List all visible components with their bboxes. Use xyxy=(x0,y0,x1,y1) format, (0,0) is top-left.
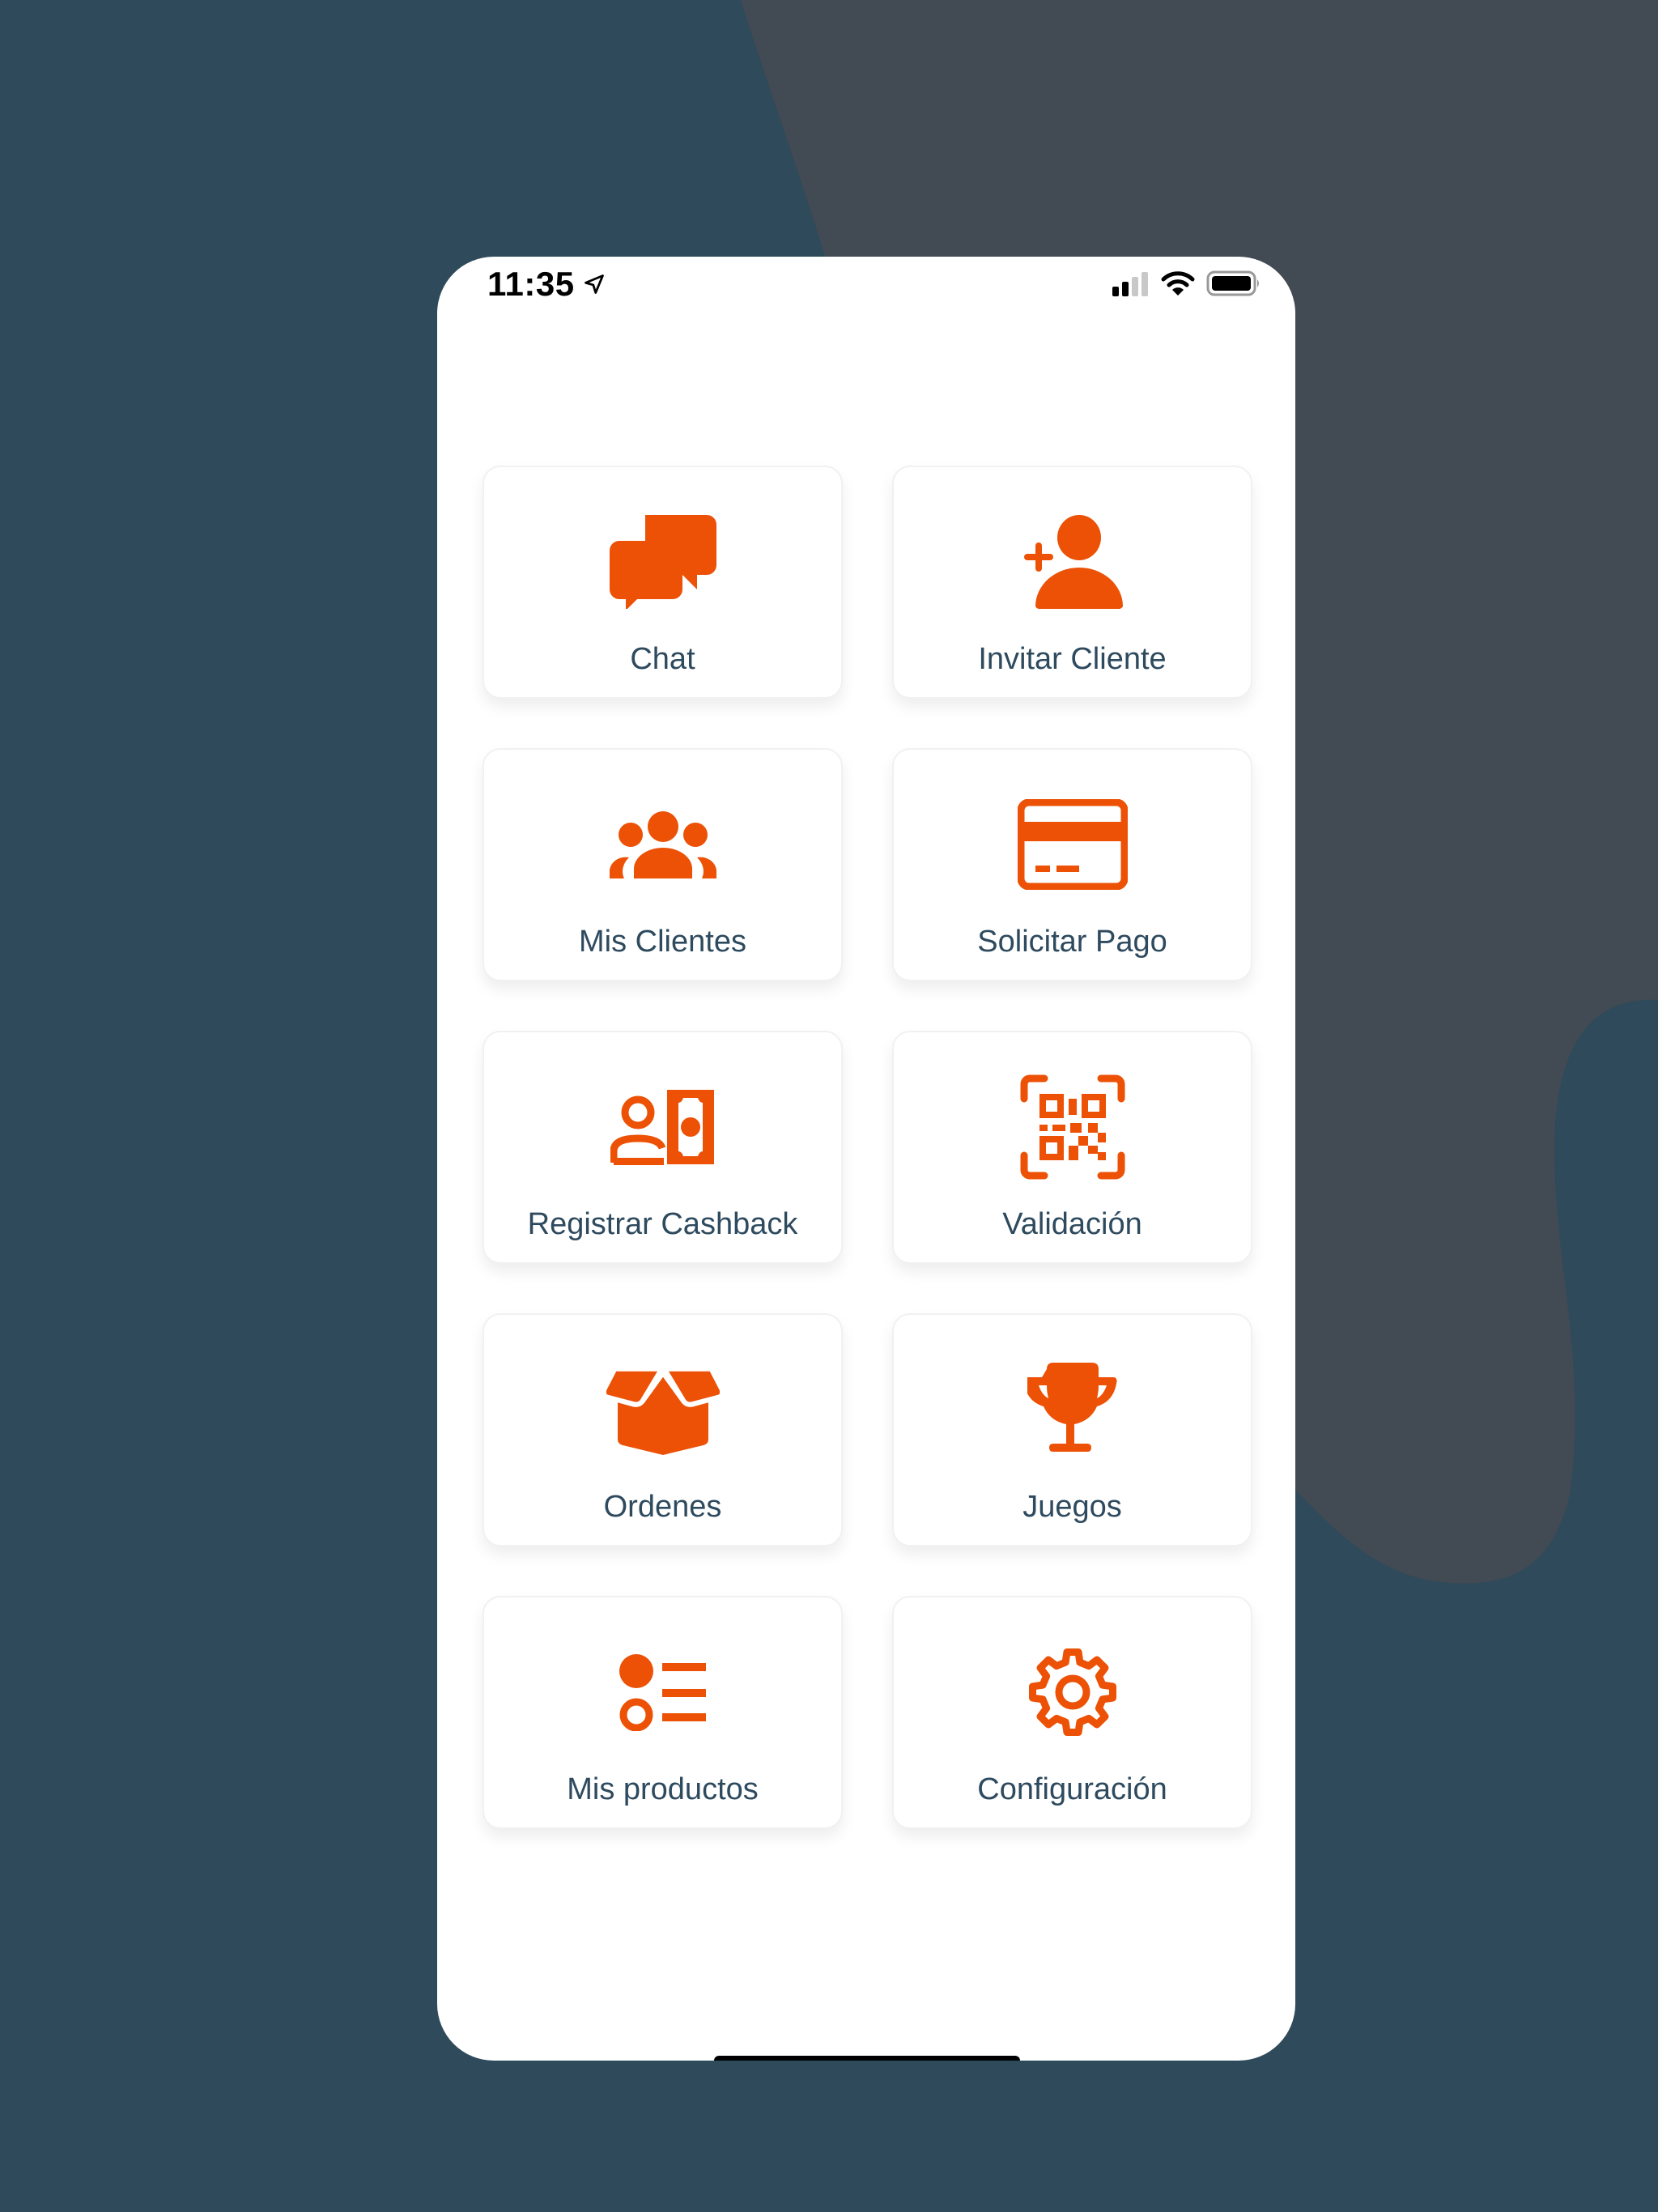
menu-item-label: Mis productos xyxy=(567,1772,759,1806)
menu-item-label: Mis Clientes xyxy=(579,925,746,959)
list-icon xyxy=(606,1640,720,1745)
trophy-icon xyxy=(1016,1357,1129,1462)
phone-screen: 11:35 Chat Invitar Cliente Mis Clientes … xyxy=(437,257,1295,2061)
menu-item-registrar-cashback[interactable]: Registrar Cashback xyxy=(483,1031,843,1264)
menu-item-label: Invitar Cliente xyxy=(978,642,1167,676)
menu-item-ordenes[interactable]: Ordenes xyxy=(483,1313,843,1546)
user-money-icon xyxy=(606,1074,720,1180)
menu-item-label: Juegos xyxy=(1022,1490,1122,1524)
credit-card-icon xyxy=(1016,792,1129,897)
menu-item-label: Configuración xyxy=(977,1772,1167,1806)
menu-item-juegos[interactable]: Juegos xyxy=(892,1313,1252,1546)
users-group-icon xyxy=(606,792,720,897)
chat-bubbles-icon xyxy=(606,509,720,615)
open-box-icon xyxy=(606,1357,720,1462)
menu-item-chat[interactable]: Chat xyxy=(483,466,843,699)
menu-item-mis-productos[interactable]: Mis productos xyxy=(483,1596,843,1829)
time-text: 11:35 xyxy=(487,265,575,303)
signal-icon xyxy=(1112,272,1148,296)
menu-item-label: Registrar Cashback xyxy=(527,1207,798,1241)
home-indicator[interactable] xyxy=(714,2056,1020,2061)
battery-icon xyxy=(1206,270,1259,296)
menu-item-label: Validación xyxy=(1002,1207,1142,1241)
status-time: 11:35 xyxy=(487,265,606,304)
menu-item-label: Ordenes xyxy=(603,1490,722,1524)
menu-item-configuracion[interactable]: Configuración xyxy=(892,1596,1252,1829)
menu-item-invitar-cliente[interactable]: Invitar Cliente xyxy=(892,466,1252,699)
menu-item-validacion[interactable]: Validación xyxy=(892,1031,1252,1264)
menu-grid: Chat Invitar Cliente Mis Clientes Solici… xyxy=(483,466,1252,1829)
menu-item-label: Chat xyxy=(630,642,695,676)
gear-icon xyxy=(1016,1640,1129,1745)
menu-item-label: Solicitar Pago xyxy=(977,925,1167,959)
qr-scan-icon xyxy=(1016,1074,1129,1180)
status-icons xyxy=(1111,270,1261,297)
location-arrow-icon xyxy=(584,274,604,294)
wifi-icon xyxy=(1161,271,1195,296)
user-plus-icon xyxy=(1016,509,1129,615)
status-bar: 11:35 xyxy=(437,257,1295,321)
menu-item-solicitar-pago[interactable]: Solicitar Pago xyxy=(892,748,1252,981)
menu-item-mis-clientes[interactable]: Mis Clientes xyxy=(483,748,843,981)
